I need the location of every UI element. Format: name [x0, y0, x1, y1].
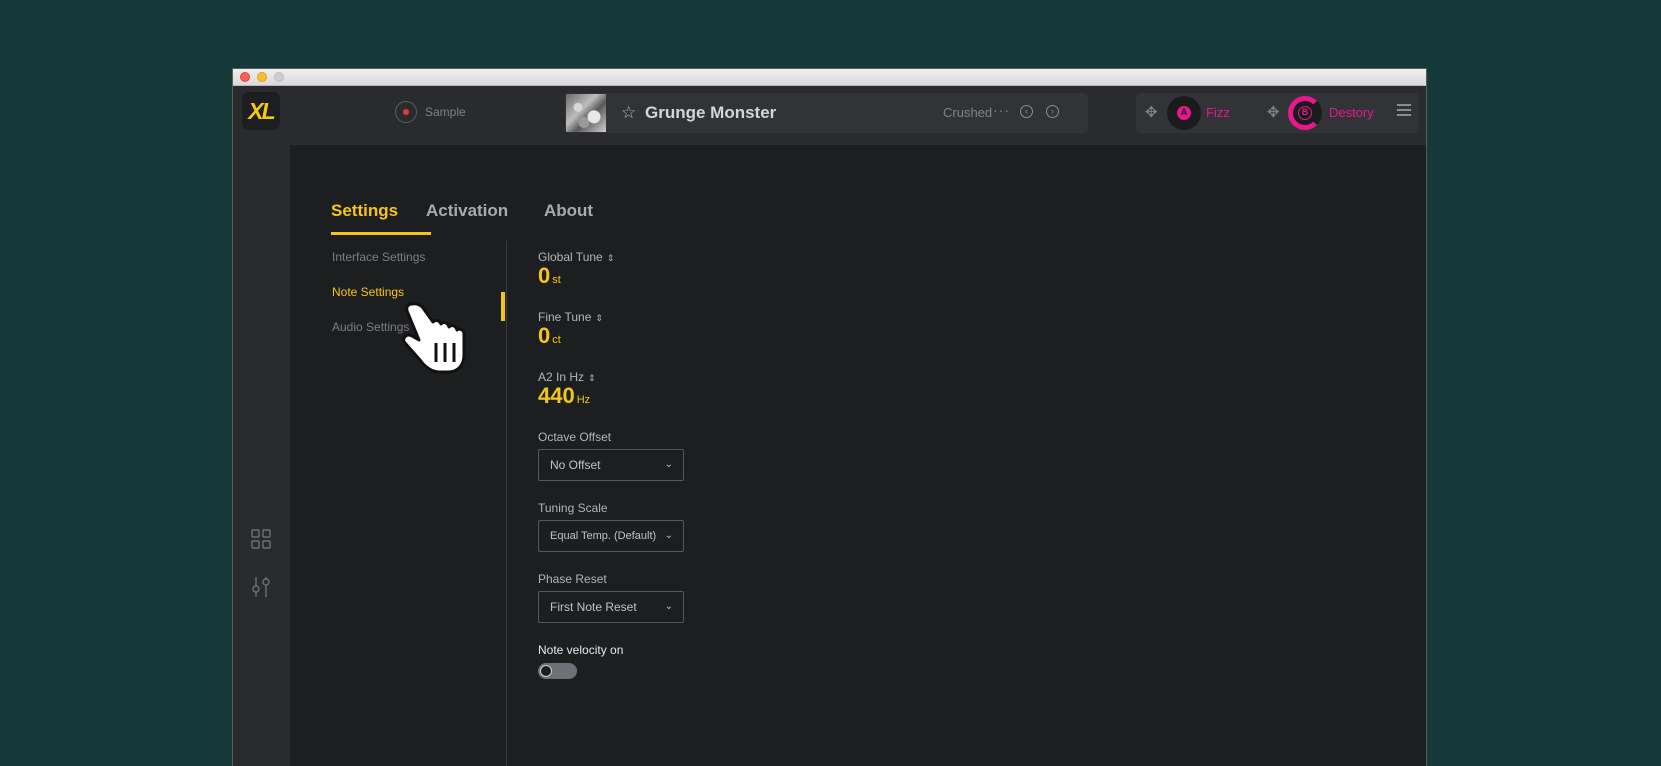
toggle-knob [540, 665, 552, 677]
minimize-window-button[interactable] [257, 72, 267, 82]
phase-reset-dropdown[interactable]: First Note Reset ⌄ [538, 591, 684, 623]
tuning-scale-value: Equal Temp. (Default) [550, 530, 657, 542]
sample-label: Sample [425, 105, 466, 119]
list-menu-icon[interactable] [1397, 104, 1411, 119]
tab-settings[interactable]: Settings [331, 200, 398, 222]
fx-slot-b-label[interactable]: Destory [1329, 105, 1374, 121]
chevron-down-icon: ⌄ [664, 530, 673, 541]
fine-tune-value[interactable]: 0 ct [538, 323, 561, 349]
octave-offset-value: No Offset [550, 458, 601, 472]
octave-offset-label: Octave Offset [538, 430, 612, 444]
left-rail [233, 145, 290, 766]
mixer-sliders-icon[interactable] [251, 576, 271, 598]
preset-name[interactable]: Grunge Monster [645, 103, 776, 123]
stepper-icon: ⇕ [588, 372, 596, 383]
close-window-button[interactable] [240, 72, 250, 82]
fx-slot-b-letter: B [1298, 106, 1312, 120]
fx-slot-a-label[interactable]: Fizz [1206, 105, 1230, 121]
chevron-down-icon: ⌄ [664, 459, 673, 470]
subnav-item-note-settings[interactable]: Note Settings [332, 284, 404, 300]
tab-about[interactable]: About [544, 200, 593, 222]
drag-handle-icon[interactable]: ✥ [1145, 105, 1158, 121]
section-divider [506, 241, 507, 766]
tab-activation[interactable]: Activation [426, 200, 508, 222]
favorite-star-icon[interactable]: ☆ [621, 103, 636, 123]
phase-reset-value: First Note Reset [550, 600, 637, 614]
subnav-item-interface-settings[interactable]: Interface Settings [332, 249, 425, 265]
more-options-icon[interactable]: ··· [993, 102, 1010, 118]
preset-thumbnail[interactable] [566, 94, 606, 132]
phase-reset-label: Phase Reset [538, 572, 607, 586]
tuning-scale-dropdown[interactable]: Equal Temp. (Default) ⌄ [538, 520, 684, 552]
drag-handle-icon[interactable]: ✥ [1267, 105, 1280, 121]
top-bar: XL Sample ☆ Grunge Monster Crushed ··· ‹… [233, 86, 1426, 145]
octave-offset-dropdown[interactable]: No Offset ⌄ [538, 449, 684, 481]
preset-browser: ☆ Grunge Monster Crushed ··· ‹ › [565, 93, 1088, 133]
a2-hz-value[interactable]: 440 Hz [538, 383, 590, 409]
fx-slots-bar: ✥ A Fizz ✥ B Destory [1136, 93, 1419, 133]
fx-slot-a-knob[interactable]: A [1167, 96, 1201, 130]
active-subnav-marker [501, 292, 505, 321]
note-velocity-label: Note velocity on [538, 643, 624, 657]
sample-record-button[interactable]: Sample [395, 100, 466, 124]
zoom-window-button[interactable] [274, 72, 284, 82]
chevron-down-icon: ⌄ [664, 601, 673, 612]
next-preset-icon[interactable]: › [1046, 105, 1059, 118]
note-velocity-toggle[interactable] [538, 663, 577, 679]
hand-pointer-cursor-icon [402, 302, 466, 374]
stepper-icon: ⇕ [606, 252, 615, 263]
tuning-scale-label: Tuning Scale [538, 501, 608, 515]
previous-preset-icon[interactable]: ‹ [1020, 105, 1033, 118]
record-icon [395, 101, 417, 123]
fx-slot-a-letter: A [1177, 106, 1191, 120]
title-bar [233, 69, 1426, 86]
app-window: XL Sample ☆ Grunge Monster Crushed ··· ‹… [232, 68, 1427, 766]
preset-tag: Crushed [943, 105, 993, 120]
global-tune-value[interactable]: 0st [538, 263, 561, 289]
stepper-icon: ⇕ [595, 312, 603, 323]
active-tab-indicator [331, 232, 431, 235]
fx-slot-b-knob[interactable]: B [1288, 96, 1322, 130]
app-logo: XL [242, 92, 280, 130]
grid-icon[interactable] [251, 529, 271, 549]
